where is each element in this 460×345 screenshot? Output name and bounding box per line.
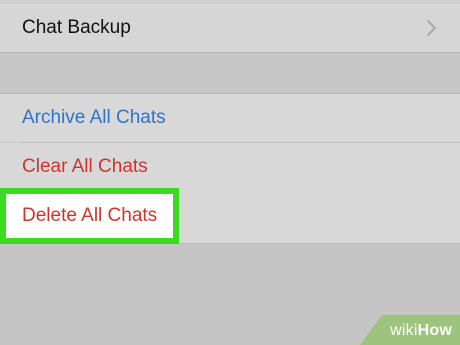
settings-screen: Chat Backup Archive All Chats Clear All … xyxy=(0,0,460,345)
watermark-how: How xyxy=(417,322,452,339)
chat-backup-label: Chat Backup xyxy=(22,17,131,38)
archive-all-chats-label: Archive All Chats xyxy=(22,107,166,128)
delete-all-chats-label: Delete All Chats xyxy=(22,205,158,226)
wikihow-watermark: wikiHow xyxy=(360,315,460,345)
clear-all-chats-row[interactable]: Clear All Chats xyxy=(0,143,460,191)
clear-all-chats-label: Clear All Chats xyxy=(22,156,148,177)
delete-all-chats-button[interactable]: Delete All Chats xyxy=(6,194,173,238)
highlight-box: Delete All Chats xyxy=(0,188,179,244)
chevron-right-icon xyxy=(427,20,436,36)
section-gap xyxy=(0,53,460,93)
watermark-wiki: wiki xyxy=(390,322,418,339)
archive-all-chats-row[interactable]: Archive All Chats xyxy=(0,94,460,142)
chat-backup-row[interactable]: Chat Backup xyxy=(0,4,460,52)
watermark-text: wikiHow xyxy=(390,322,452,340)
